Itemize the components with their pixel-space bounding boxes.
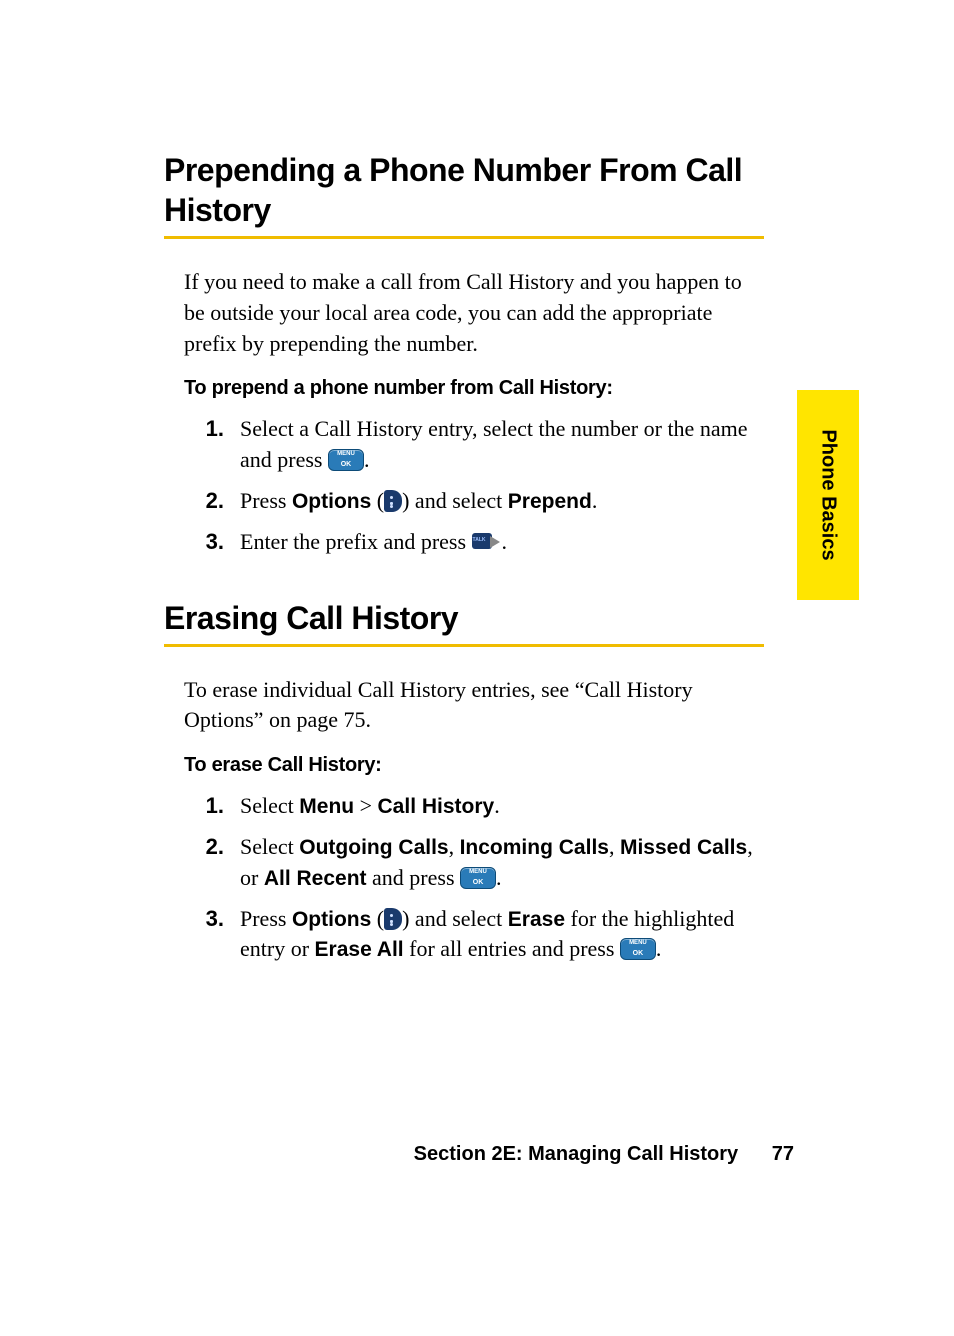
bold-text: Prepend xyxy=(508,490,592,513)
subhead-2: To erase Call History: xyxy=(184,754,764,777)
step-text: Enter the prefix and press xyxy=(240,529,472,554)
step-text: . xyxy=(364,447,370,472)
right-softkey-icon xyxy=(384,490,402,512)
step-text: Select a Call History entry, select the … xyxy=(240,416,747,472)
step-item: 1. Select Menu > Call History. xyxy=(184,791,764,822)
section-tab: Phone Basics xyxy=(797,390,859,600)
step-number: 1. xyxy=(184,791,224,822)
bold-text: Call History xyxy=(378,795,495,818)
step-text: ( xyxy=(371,906,384,931)
step-number: 1. xyxy=(184,414,224,445)
step-text: . xyxy=(496,865,502,890)
step-text: ) and select xyxy=(402,906,508,931)
menu-ok-key-icon xyxy=(620,938,656,960)
step-text: . xyxy=(502,529,508,554)
step-text: Press xyxy=(240,488,292,513)
bold-text: Incoming Calls xyxy=(460,836,609,859)
bold-text: Outgoing Calls xyxy=(299,836,448,859)
step-text: ) and select xyxy=(402,488,508,513)
right-softkey-icon xyxy=(384,908,402,930)
page-content: Prepending a Phone Number From Call Hist… xyxy=(164,150,764,995)
bold-text: All Recent xyxy=(264,867,367,890)
step-number: 3. xyxy=(184,904,224,935)
step-text: . xyxy=(494,793,500,818)
section-tab-label: Phone Basics xyxy=(817,429,840,560)
step-number: 2. xyxy=(184,486,224,517)
step-number: 3. xyxy=(184,527,224,558)
intro-text-1: If you need to make a call from Call His… xyxy=(184,267,764,359)
heading-rule xyxy=(164,236,764,239)
step-item: 3. Enter the prefix and press . xyxy=(184,527,764,558)
step-item: 2. Press Options ( ) and select Prepend. xyxy=(184,486,764,517)
steps-list-2: 1. Select Menu > Call History. 2. Select… xyxy=(184,791,764,965)
step-item: 1. Select a Call History entry, select t… xyxy=(184,414,764,476)
step-text: . xyxy=(656,936,662,961)
subhead-1: To prepend a phone number from Call Hist… xyxy=(184,377,764,400)
step-text: > xyxy=(354,793,377,818)
step-item: 2. Select Outgoing Calls, Incoming Calls… xyxy=(184,832,764,894)
bold-text: Erase All xyxy=(315,938,404,961)
bold-text: Menu xyxy=(299,795,354,818)
menu-ok-key-icon xyxy=(460,867,496,889)
step-text: Select xyxy=(240,834,299,859)
page-footer: Section 2E: Managing Call History 77 xyxy=(414,1143,794,1166)
step-text: , xyxy=(449,834,460,859)
steps-list-1: 1. Select a Call History entry, select t… xyxy=(184,414,764,557)
step-text: . xyxy=(592,488,598,513)
bold-text: Options xyxy=(292,490,371,513)
step-text: for all entries and press xyxy=(404,936,620,961)
talk-key-icon xyxy=(472,533,502,551)
step-item: 3. Press Options ( ) and select Erase for… xyxy=(184,904,764,966)
bold-text: Options xyxy=(292,908,371,931)
bold-text: Missed Calls xyxy=(620,836,747,859)
page-number: 77 xyxy=(772,1143,794,1165)
step-text: ( xyxy=(371,488,384,513)
step-text: Select xyxy=(240,793,299,818)
intro-text-2: To erase individual Call History entries… xyxy=(184,675,764,737)
heading-rule xyxy=(164,644,764,647)
menu-ok-key-icon xyxy=(328,449,364,471)
step-text: , xyxy=(609,834,620,859)
step-text: and press xyxy=(367,865,460,890)
step-number: 2. xyxy=(184,832,224,863)
heading-erasing: Erasing Call History xyxy=(164,598,764,638)
heading-prepending: Prepending a Phone Number From Call Hist… xyxy=(164,150,764,230)
footer-section-label: Section 2E: Managing Call History xyxy=(414,1143,739,1165)
step-text: Press xyxy=(240,906,292,931)
manual-page: Phone Basics Prepending a Phone Number F… xyxy=(0,0,954,1336)
bold-text: Erase xyxy=(508,908,565,931)
